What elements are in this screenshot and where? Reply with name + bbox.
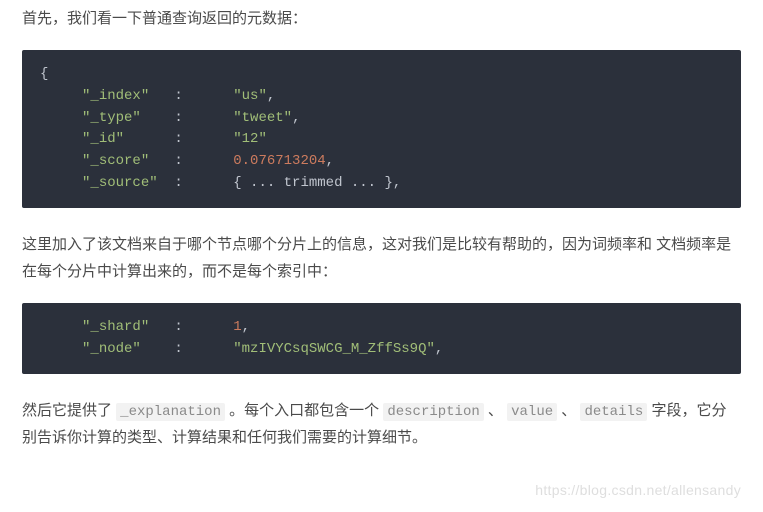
inline-code-explanation: _explanation [116,403,225,421]
paragraph-intro: 首先，我们看一下普通查询返回的元数据： [22,6,741,32]
watermark-text: https://blog.csdn.net/allensandy [535,478,741,503]
text: 。每个入口都包含一个 [225,402,383,419]
text: 然后它提供了 [22,402,116,419]
code-block-shard-node: "_shard" : 1, "_node" : "mzIVYCsqSWCG_M_… [22,303,741,374]
paragraph-shard-node: 这里加入了该文档来自于哪个节点哪个分片上的信息，这对我们是比较有帮助的，因为词频… [22,232,741,285]
text: 、 [484,402,507,419]
inline-code-details: details [580,403,647,421]
paragraph-explanation: 然后它提供了 _explanation 。每个入口都包含一个 descripti… [22,398,741,451]
inline-code-description: description [383,403,483,421]
text: 、 [557,402,580,419]
code-block-metadata: { "_index" : "us", "_type" : "tweet", "_… [22,50,741,208]
inline-code-value: value [507,403,557,421]
